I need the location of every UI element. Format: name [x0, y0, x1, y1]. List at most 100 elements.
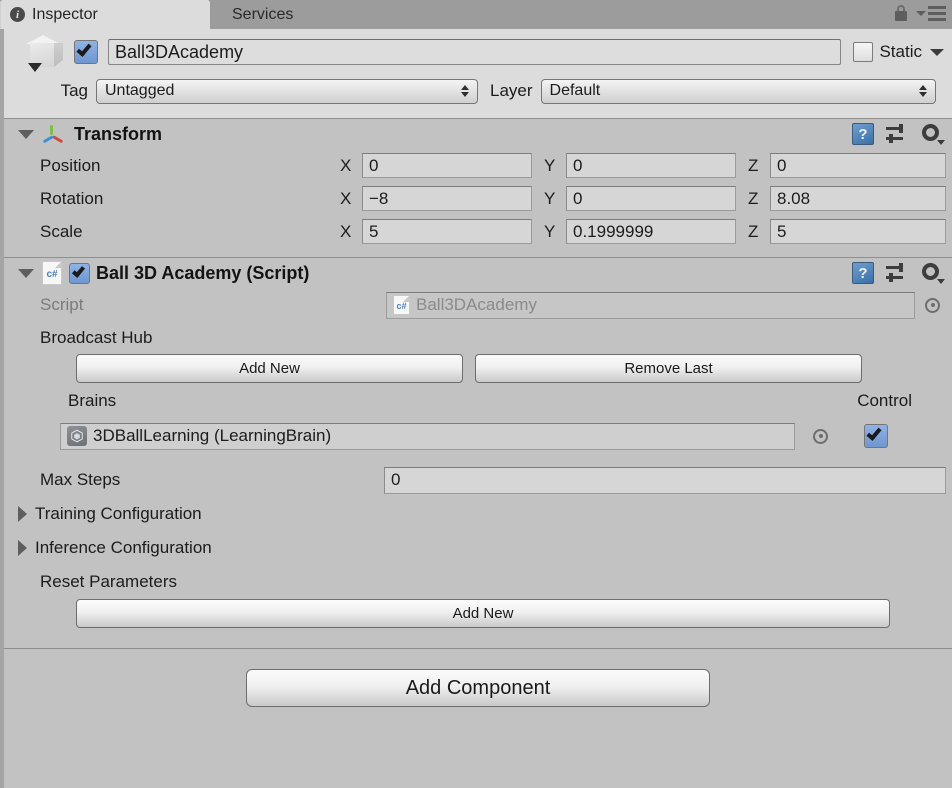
preset-sliders-icon[interactable] [886, 124, 908, 144]
broadcast-hub-row: Broadcast Hub [4, 322, 952, 354]
tab-services-label: Services [232, 5, 294, 23]
inference-configuration-foldout-icon[interactable] [18, 540, 27, 556]
inspector-panel: Ball3DAcademy Static Tag Untagged Layer … [0, 29, 952, 788]
brain-object-field[interactable]: 3DBallLearning (LearningBrain) [60, 422, 795, 450]
rotation-vector: X −8 Y 0 Z 8.08 [340, 186, 952, 211]
rotation-x-input[interactable]: −8 [362, 186, 532, 211]
broadcast-hub-label: Broadcast Hub [40, 328, 153, 347]
tab-bar-controls [894, 5, 946, 21]
brain-control-checkbox[interactable] [864, 424, 888, 448]
axis-x-label: X [340, 188, 352, 208]
object-picker-icon[interactable] [925, 297, 940, 313]
script-title: Ball 3D Academy (Script) [96, 262, 310, 283]
rotation-y-input[interactable]: 0 [566, 186, 736, 211]
script-component-header[interactable]: c# Ball 3D Academy (Script) ? [4, 258, 952, 288]
object-picker-icon[interactable] [813, 428, 828, 444]
gear-icon[interactable] [920, 123, 945, 145]
script-foldout-icon[interactable] [18, 268, 34, 278]
transform-scale-row: Scale X 5 Y 0.1999999 Z 5 [4, 215, 952, 248]
static-dropdown-icon[interactable] [930, 48, 944, 56]
scale-y-input[interactable]: 0.1999999 [566, 219, 736, 244]
transform-position-row: Position X 0 Y 0 Z 0 [4, 149, 952, 182]
axis-y-label: Y [544, 188, 556, 208]
position-x-input[interactable]: 0 [362, 153, 532, 178]
preset-sliders-icon[interactable] [886, 263, 908, 283]
axis-z-label: Z [748, 155, 759, 175]
script-label: Script [40, 295, 84, 314]
tab-inspector-label: Inspector [32, 5, 98, 23]
scale-z-input[interactable]: 5 [770, 219, 946, 244]
reset-parameters-label: Reset Parameters [40, 572, 177, 591]
inference-configuration-label: Inference Configuration [35, 538, 212, 557]
csharp-script-icon: c# [393, 295, 410, 315]
remove-last-brain-label: Remove Last [624, 360, 713, 377]
position-vector: X 0 Y 0 Z 0 [340, 153, 952, 178]
chevron-updown-icon [461, 85, 469, 97]
inference-configuration-row[interactable]: Inference Configuration [4, 531, 952, 565]
tab-bar: i Inspector Services [0, 0, 952, 29]
transform-foldout-icon[interactable] [18, 129, 34, 139]
transform-header-icons: ? [852, 123, 945, 145]
brains-header-row: Brains Control [4, 383, 952, 419]
reset-add-new-button[interactable]: Add New [76, 599, 890, 628]
axis-z-label: Z [748, 188, 759, 208]
max-steps-label: Max Steps [40, 470, 121, 489]
help-book-icon[interactable]: ? [852, 123, 874, 145]
scale-x-input[interactable]: 5 [362, 219, 532, 244]
brain-entry-row: 3DBallLearning (LearningBrain) [4, 419, 952, 453]
tab-inspector[interactable]: i Inspector [0, 0, 210, 29]
control-label: Control [857, 391, 912, 410]
gameobject-name-value: Ball3DAcademy [115, 41, 244, 62]
broadcast-hub-buttons: Add New Remove Last [4, 354, 952, 383]
scale-vector: X 5 Y 0.1999999 Z 5 [340, 219, 952, 244]
lock-icon[interactable] [894, 5, 908, 21]
static-checkbox[interactable] [853, 42, 874, 62]
axis-x-label: X [340, 155, 352, 175]
tag-value: Untagged [105, 82, 175, 99]
remove-last-brain-button[interactable]: Remove Last [475, 354, 862, 383]
tab-services[interactable]: Services [210, 0, 307, 29]
gameobject-header: Ball3DAcademy Static Tag Untagged Layer … [4, 29, 952, 118]
scale-y-value: 0.1999999 [573, 221, 654, 241]
position-y-value: 0 [573, 155, 583, 175]
static-toggle-group: Static [853, 42, 944, 62]
max-steps-input[interactable]: 0 [384, 466, 946, 494]
add-component-button[interactable]: Add Component [246, 669, 710, 707]
gameobject-name-input[interactable]: Ball3DAcademy [108, 39, 842, 65]
unity-asset-icon [67, 426, 87, 446]
static-label: Static [879, 42, 922, 61]
training-configuration-foldout-icon[interactable] [18, 506, 27, 522]
script-field-row: Script c# Ball3DAcademy [4, 288, 952, 322]
transform-component-header[interactable]: Transform ? [4, 119, 952, 149]
script-header-icons: ? [852, 262, 945, 284]
script-value: Ball3DAcademy [416, 295, 537, 314]
position-x-value: 0 [369, 155, 379, 175]
reset-parameters-row: Reset Parameters [4, 565, 952, 599]
position-z-input[interactable]: 0 [770, 153, 946, 178]
add-new-brain-label: Add New [239, 360, 300, 377]
layer-dropdown[interactable]: Default [540, 78, 936, 104]
position-y-input[interactable]: 0 [566, 153, 736, 178]
max-steps-value: 0 [391, 470, 401, 489]
gear-icon[interactable] [920, 262, 945, 284]
rotation-x-value: −8 [369, 188, 389, 208]
script-enabled-checkbox[interactable] [69, 262, 90, 284]
reset-add-new-label: Add New [452, 605, 514, 622]
cube-prefab-icon[interactable] [18, 32, 70, 72]
rotation-z-input[interactable]: 8.08 [770, 186, 946, 211]
training-configuration-label: Training Configuration [35, 504, 202, 523]
axis-z-label: Z [748, 221, 759, 241]
chevron-updown-icon [919, 85, 927, 97]
help-book-icon[interactable]: ? [852, 262, 874, 284]
info-icon: i [10, 7, 25, 22]
add-new-brain-button[interactable]: Add New [76, 354, 463, 383]
position-label: Position [40, 155, 101, 175]
add-component-label: Add Component [405, 676, 551, 699]
tag-dropdown[interactable]: Untagged [96, 78, 478, 104]
training-configuration-row[interactable]: Training Configuration [4, 497, 952, 531]
scale-z-value: 5 [777, 221, 787, 241]
gameobject-enabled-checkbox[interactable] [74, 40, 98, 64]
csharp-script-icon: c# [42, 261, 62, 285]
hamburger-menu-icon[interactable] [916, 5, 946, 21]
script-object-field: c# Ball3DAcademy [386, 291, 915, 319]
